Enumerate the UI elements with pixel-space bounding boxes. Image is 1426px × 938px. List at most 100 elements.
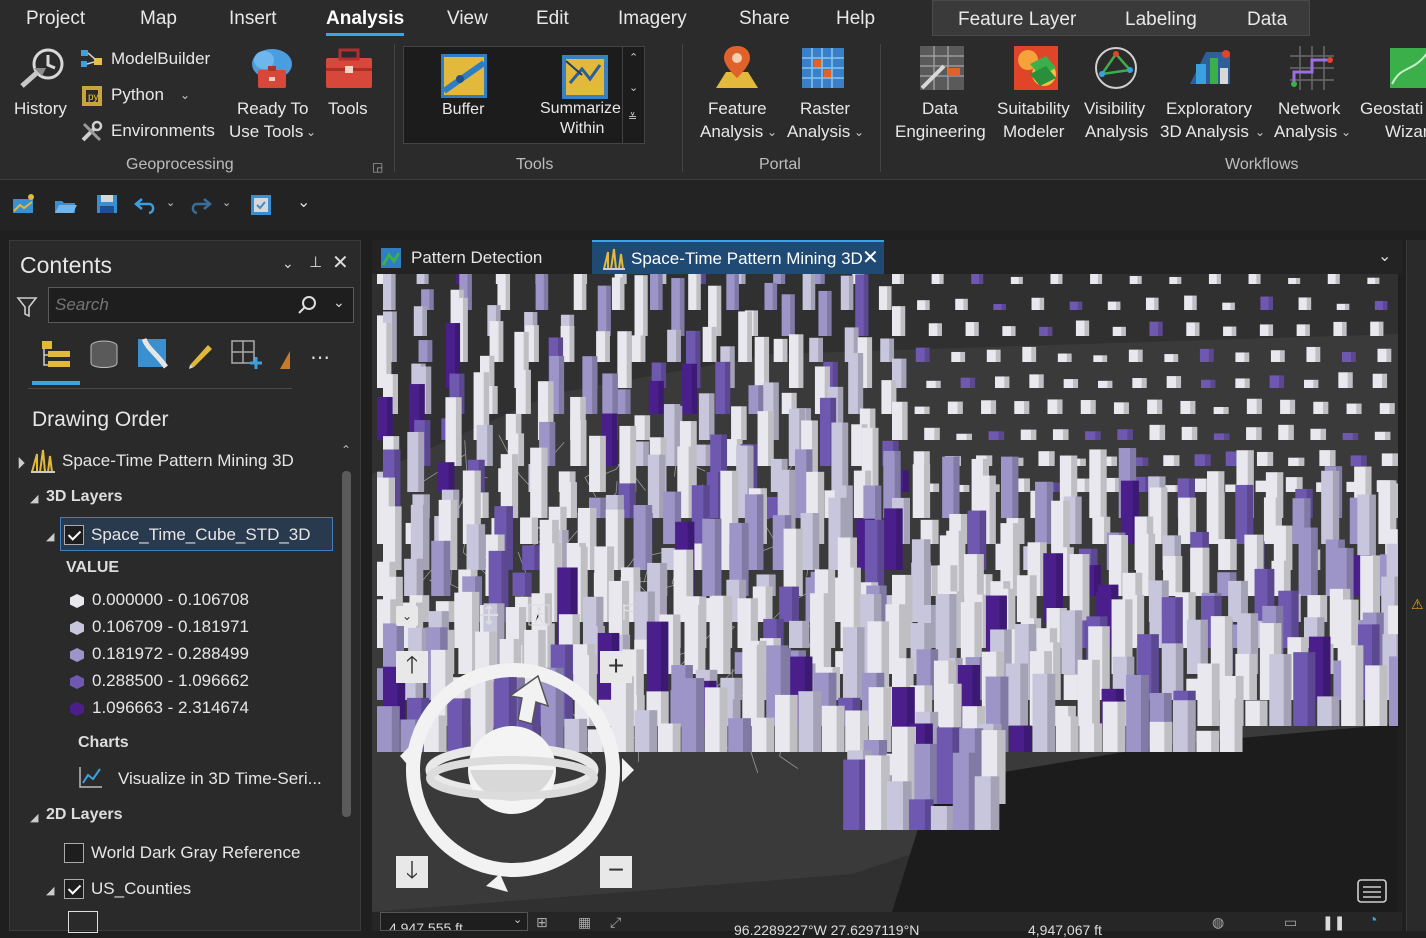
- save-project-icon[interactable]: [95, 193, 119, 215]
- status-bar: 4,947,555 ft ⌄ ⊞ ▦ ⤢ 96.2289227°W 27.629…: [372, 912, 1402, 938]
- scale-dropdown-icon[interactable]: ⌄: [513, 913, 522, 926]
- bin-bar: [1098, 380, 1113, 388]
- walk-mode-icon[interactable]: [528, 604, 550, 626]
- redo-icon[interactable]: [188, 193, 212, 215]
- pause-drawing-icon[interactable]: ❚❚: [1322, 914, 1345, 931]
- tab-labeling[interactable]: Labeling: [1125, 9, 1197, 31]
- bin-bar: [1342, 432, 1359, 440]
- raster-analysis-dropdown-icon[interactable]: ⌄: [854, 125, 864, 139]
- list-by-editing-icon[interactable]: [186, 339, 216, 369]
- menu-analysis[interactable]: Analysis: [326, 8, 405, 36]
- legend-swatch: [70, 621, 84, 635]
- filter-icon[interactable]: [16, 294, 38, 320]
- menu-project[interactable]: Project: [26, 8, 85, 30]
- tab-pattern-detection[interactable]: Pattern Detection: [372, 240, 588, 274]
- bin-bar: [818, 290, 832, 336]
- attribution-icon[interactable]: [1356, 878, 1388, 904]
- search-box[interactable]: ⌄: [48, 287, 354, 323]
- menu-help[interactable]: Help: [836, 8, 875, 30]
- undo-dropdown-icon[interactable]: ⌄: [166, 196, 175, 209]
- cube-layer-name[interactable]: Space_Time_Cube_STD_3D: [91, 525, 311, 545]
- scene-name[interactable]: Space-Time Pattern Mining 3D: [62, 451, 294, 471]
- expand-2d-layers-icon[interactable]: ◢: [30, 811, 38, 824]
- undo-icon[interactable]: [134, 193, 158, 215]
- menu-view[interactable]: View: [447, 8, 488, 30]
- raster-analysis-icon: [802, 48, 844, 88]
- fly-mode-icon[interactable]: [620, 602, 640, 624]
- feature-analysis-dropdown-icon[interactable]: ⌄: [767, 125, 777, 139]
- warning-icon[interactable]: ⚠: [1411, 596, 1424, 613]
- us-counties-symbol[interactable]: [68, 911, 98, 933]
- pin-icon[interactable]: ⊥: [309, 253, 322, 271]
- search-options-icon[interactable]: ⌄: [333, 294, 345, 311]
- pane-options-icon[interactable]: ⌄: [282, 255, 294, 272]
- search-input[interactable]: [55, 294, 283, 316]
- world-dark-gray-checkbox[interactable]: [64, 843, 84, 863]
- search-icon[interactable]: [297, 295, 317, 315]
- grid-icon[interactable]: ⊞: [536, 914, 548, 931]
- expand-scene-icon[interactable]: ◢: [11, 455, 25, 470]
- save-edits-icon[interactable]: [249, 193, 273, 215]
- bin-bar: [1336, 303, 1350, 310]
- exploratory-3d-dropdown-icon[interactable]: ⌄: [1255, 125, 1265, 139]
- bin-bar: [657, 723, 681, 752]
- list-by-snapping-icon[interactable]: [230, 337, 266, 371]
- gallery-down-icon[interactable]: ⌄: [629, 81, 638, 94]
- more-views-icon[interactable]: ⋯: [310, 345, 331, 370]
- list-by-selection-icon[interactable]: [136, 337, 168, 371]
- open-project-icon[interactable]: [53, 193, 77, 215]
- collapse-navigator-icon[interactable]: ⌄: [396, 606, 418, 626]
- us-counties-checkbox[interactable]: [64, 879, 84, 899]
- world-dark-gray-name[interactable]: World Dark Gray Reference: [91, 843, 300, 863]
- suitability-modeler-label-1: Suitability: [997, 99, 1070, 118]
- tab-data[interactable]: Data: [1247, 9, 1287, 31]
- scrollbar-thumb[interactable]: [342, 471, 351, 817]
- list-by-labeling-icon[interactable]: [278, 341, 292, 371]
- list-by-data-source-icon[interactable]: [88, 339, 120, 371]
- scene-view[interactable]: ⌄ 🡑 + 🡓 −: [372, 274, 1398, 912]
- tab-space-time-3d[interactable]: Space-Time Pattern Mining 3D ✕: [592, 240, 884, 274]
- refresh-icon[interactable]: ▭: [1284, 914, 1297, 931]
- bin-bar: [1310, 428, 1327, 440]
- scrollbar[interactable]: ⌃: [340, 441, 354, 921]
- pan-mode-icon[interactable]: [477, 604, 501, 626]
- table-icon[interactable]: ▦: [578, 914, 591, 931]
- menu-edit[interactable]: Edit: [536, 8, 569, 30]
- menu-map[interactable]: Map: [140, 8, 177, 30]
- cube-layer-checkbox[interactable]: [64, 525, 84, 545]
- us-counties-name[interactable]: US_Counties: [91, 879, 191, 899]
- bin-bar: [789, 620, 810, 648]
- navigator-ring[interactable]: [396, 646, 640, 894]
- menu-share[interactable]: Share: [739, 8, 790, 30]
- redo-dropdown-icon[interactable]: ⌄: [222, 196, 231, 209]
- measure-icon[interactable]: ⤢: [610, 914, 621, 931]
- customize-qat-icon[interactable]: ⌄: [297, 192, 310, 212]
- 3d-layers-heading[interactable]: 3D Layers: [46, 488, 123, 506]
- scroll-up-icon[interactable]: ⌃: [341, 443, 351, 457]
- dialog-launcher-icon[interactable]: ◲: [372, 160, 383, 174]
- new-project-icon[interactable]: [11, 193, 35, 215]
- legend-label: 1.096663 - 2.314674: [92, 698, 249, 717]
- list-by-drawing-order-icon[interactable]: [38, 337, 74, 371]
- menu-insert[interactable]: Insert: [229, 8, 277, 30]
- gallery-up-icon[interactable]: ⌃: [629, 51, 638, 64]
- ready-to-use-dropdown-icon[interactable]: ⌄: [306, 125, 316, 139]
- gallery-expand-icon[interactable]: ≚: [628, 111, 637, 124]
- selection-icon[interactable]: ◍: [1212, 914, 1224, 931]
- menu-imagery[interactable]: Imagery: [618, 8, 687, 30]
- geoprocessing-group-label: Geoprocessing: [126, 156, 234, 173]
- expand-3d-layers-icon[interactable]: ◢: [30, 492, 38, 505]
- close-pane-icon[interactable]: ✕: [332, 250, 349, 275]
- tab-list-icon[interactable]: ⌄: [1378, 246, 1391, 266]
- python-dropdown-icon[interactable]: ⌄: [180, 88, 190, 102]
- network-analysis-dropdown-icon[interactable]: ⌄: [1341, 125, 1351, 139]
- exploratory-3d-label-1: Exploratory: [1166, 99, 1252, 118]
- 2d-layers-heading[interactable]: 2D Layers: [46, 806, 123, 824]
- chart-item[interactable]: Visualize in 3D Time-Seri...: [118, 769, 322, 789]
- expand-us-counties-icon[interactable]: ◢: [46, 884, 54, 897]
- close-tab-icon[interactable]: ✕: [862, 245, 879, 270]
- visibility-analysis-icon: [1095, 47, 1137, 89]
- tab-feature-layer[interactable]: Feature Layer: [958, 9, 1076, 31]
- scale-box[interactable]: 4,947,555 ft ⌄: [380, 912, 528, 931]
- expand-cube-layer-icon[interactable]: ◢: [46, 530, 54, 543]
